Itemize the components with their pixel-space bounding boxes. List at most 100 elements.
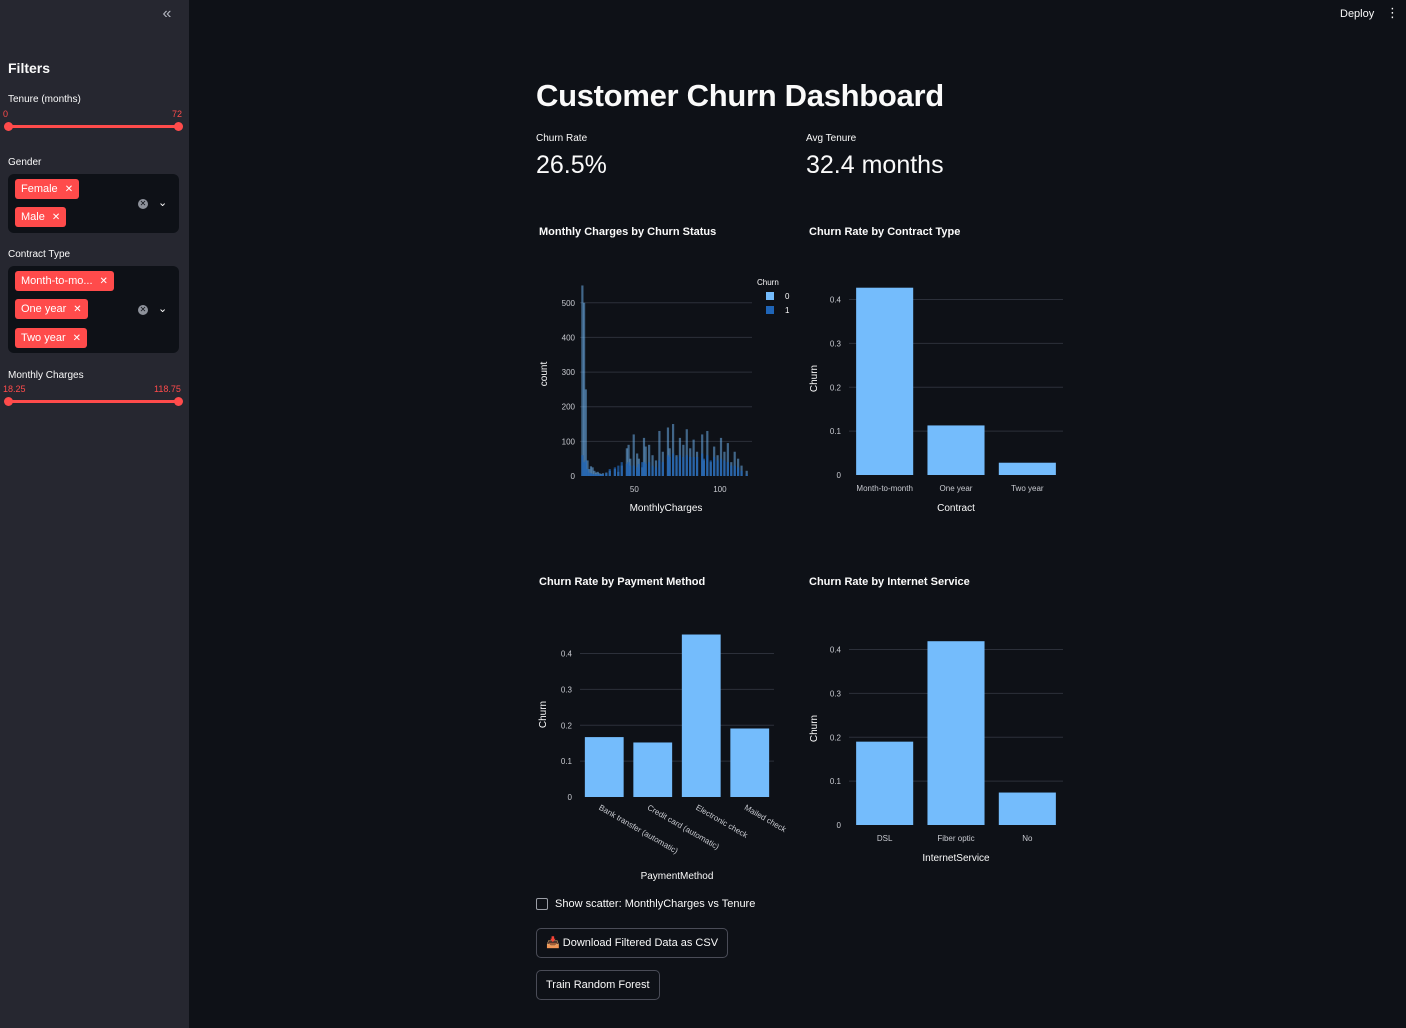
x-tick-label: Month-to-month xyxy=(856,484,912,493)
bar-chart-payment-method: 00.10.20.30.4Bank transfer (automatic)Cr… xyxy=(538,634,789,882)
tenure-slider-min-handle[interactable] xyxy=(4,122,13,131)
chart-title-monthly-charges: Monthly Charges by Churn Status xyxy=(539,226,717,238)
contract-tag-two-year: Two year ✕ xyxy=(15,328,88,348)
y-tick-label: 0.3 xyxy=(830,689,842,698)
bar xyxy=(998,462,1056,475)
x-axis-label: PaymentMethod xyxy=(641,871,714,882)
histogram-bar xyxy=(719,458,723,476)
y-tick-label: 0 xyxy=(837,821,842,830)
remove-tag-icon[interactable]: ✕ xyxy=(52,212,60,223)
histogram-bar xyxy=(740,470,743,476)
gender-multiselect[interactable]: Female ✕ Male ✕ ✕ ⌄ xyxy=(8,174,179,233)
contract-type-multiselect[interactable]: Month-to-mo... ✕ One year ✕ Two year ✕ ✕ ⌄ xyxy=(8,266,179,353)
histogram-bar xyxy=(726,462,729,476)
histogram-bar xyxy=(702,458,705,476)
histogram-bar xyxy=(733,465,736,476)
histogram-bar xyxy=(668,456,671,476)
bar xyxy=(584,737,624,797)
tenure-slider-track[interactable] xyxy=(8,125,179,128)
y-tick-label: 0.4 xyxy=(830,646,842,655)
histogram-bar xyxy=(706,455,709,476)
tag-label: Two year xyxy=(21,332,66,344)
x-tick-label: DSL xyxy=(877,834,893,843)
histogram-monthly-charges: 0 100 200 300 400 500 50 100 MonthlyCharges count… xyxy=(539,278,790,514)
legend-label: 1 xyxy=(785,306,790,315)
clear-all-icon[interactable]: ✕ xyxy=(138,305,148,315)
show-scatter-checkbox[interactable]: Show scatter: MonthlyCharges vs Tenure xyxy=(536,898,755,911)
histogram-bar xyxy=(730,465,733,476)
y-tick-label: 0.3 xyxy=(830,339,842,348)
histogram-bar xyxy=(661,462,664,476)
y-axis-label: Churn xyxy=(809,715,820,742)
download-csv-button[interactable]: 📥 Download Filtered Data as CSV xyxy=(536,928,729,958)
monthly-charges-slider-max-handle[interactable] xyxy=(174,397,183,406)
gender-label: Gender xyxy=(8,157,42,168)
legend-title: Churn xyxy=(757,278,779,287)
deploy-button[interactable]: Deploy xyxy=(1340,8,1374,20)
x-tick-label: One year xyxy=(940,484,973,493)
bar xyxy=(633,742,673,797)
histogram-bar xyxy=(617,465,620,476)
histogram-bar xyxy=(709,460,712,476)
tag-label: Female xyxy=(21,183,58,195)
contract-tag-month-to-month: Month-to-mo... ✕ xyxy=(15,271,114,291)
x-axis-label: MonthlyCharges xyxy=(630,503,703,514)
histogram-bar xyxy=(692,456,695,476)
main-menu-icon[interactable]: ⋮ xyxy=(1386,5,1399,21)
tag-label: Month-to-mo... xyxy=(21,275,93,287)
chevron-down-icon[interactable]: ⌄ xyxy=(158,302,167,315)
y-tick-label: 0.4 xyxy=(561,650,573,659)
collapse-sidebar-icon[interactable]: « xyxy=(158,6,176,22)
y-tick-label: 100 xyxy=(562,437,576,446)
sidebar-title: Filters xyxy=(8,60,51,76)
checkbox-box[interactable] xyxy=(536,898,548,911)
histogram-bar xyxy=(678,455,682,476)
y-tick-label: 0.2 xyxy=(561,721,573,730)
histogram-bar xyxy=(608,469,611,476)
histogram-bar xyxy=(632,465,635,476)
histogram-bar xyxy=(658,460,661,476)
legend-swatch xyxy=(766,306,774,314)
histogram-bar xyxy=(637,463,640,476)
histogram-bar xyxy=(620,462,623,476)
histogram-bar xyxy=(745,474,748,476)
remove-tag-icon[interactable]: ✕ xyxy=(73,304,81,315)
bar-chart-internet-service: 0 0.1 0.2 0.3 0.4 DSL Fiber optic No InternetSer… xyxy=(809,641,1063,864)
bar xyxy=(927,641,985,825)
tenure-max-value: 72 xyxy=(172,109,183,119)
train-random-forest-button[interactable]: Train Random Forest xyxy=(536,970,660,1000)
monthly-charges-max-value: 118.75 xyxy=(154,384,181,394)
metric-churn-rate-label: Churn Rate xyxy=(536,133,588,144)
tenure-label: Tenure (months) xyxy=(8,94,81,105)
remove-tag-icon[interactable]: ✕ xyxy=(73,333,81,344)
chart-title-payment-method: Churn Rate by Payment Method xyxy=(539,576,706,588)
contract-type-label: Contract Type xyxy=(8,249,71,260)
monthly-charges-label: Monthly Charges xyxy=(8,370,84,381)
y-tick-label: 400 xyxy=(562,333,576,342)
histogram-bar xyxy=(689,456,692,476)
y-tick-label: 0.2 xyxy=(830,383,842,392)
y-tick-label: 0.1 xyxy=(830,777,842,786)
histogram-bar xyxy=(695,456,699,476)
monthly-charges-slider-track[interactable] xyxy=(8,400,179,403)
remove-tag-icon[interactable]: ✕ xyxy=(100,276,108,287)
histogram-bar xyxy=(737,467,740,476)
y-tick-label: 0 xyxy=(837,471,842,480)
clear-all-icon[interactable]: ✕ xyxy=(138,199,148,209)
x-axis-label: Contract xyxy=(937,503,975,514)
y-tick-label: 0.2 xyxy=(830,733,842,742)
histogram-bar xyxy=(601,474,605,476)
y-tick-label: 0 xyxy=(568,793,573,802)
remove-tag-icon[interactable]: ✕ xyxy=(65,184,73,195)
histogram-bar xyxy=(651,465,654,476)
x-tick-label: 100 xyxy=(713,485,727,494)
x-tick-label: Mailed check xyxy=(743,803,789,835)
histogram-bar xyxy=(675,456,678,476)
monthly-charges-slider-min-handle[interactable] xyxy=(4,397,13,406)
chart-title-internet-service: Churn Rate by Internet Service xyxy=(809,576,970,588)
y-tick-label: 0.3 xyxy=(561,685,573,694)
chevron-down-icon[interactable]: ⌄ xyxy=(158,196,167,209)
tag-label: Male xyxy=(21,211,45,223)
y-axis-label: Churn xyxy=(809,365,820,392)
tenure-slider-max-handle[interactable] xyxy=(174,122,183,131)
